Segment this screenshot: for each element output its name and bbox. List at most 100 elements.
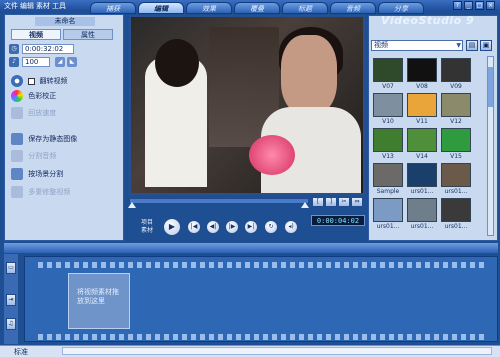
mark-in-button[interactable]: [	[312, 197, 324, 207]
close-button[interactable]: ×	[486, 1, 495, 10]
home-button[interactable]: |◀	[187, 220, 201, 234]
library-manager-icon[interactable]: ▣	[480, 40, 492, 51]
split-scene-option[interactable]: 按场景分割	[11, 168, 63, 180]
repeat-button[interactable]: ↻	[264, 220, 278, 234]
library-thumbnail[interactable]: V08	[407, 58, 437, 92]
tab-audio[interactable]: 音频	[330, 2, 376, 14]
library-thumbnail[interactable]: V13	[373, 128, 403, 162]
options-panel: 未命名 视频 属性 ◷ 0:00:32:02 ♪ 100 ◢ ◣ 翻转视频 色彩…	[4, 14, 124, 241]
library-thumbnail[interactable]: V15	[441, 128, 471, 162]
library-thumbnail[interactable]: urs01...	[441, 163, 471, 197]
thumbnail-label: Sample	[376, 188, 400, 195]
maximize-button[interactable]: □	[475, 1, 484, 10]
save-still-option[interactable]: 保存为静态图像	[11, 133, 77, 145]
folder-open-icon[interactable]: ▤	[466, 40, 478, 51]
timeline-hscrollbar[interactable]	[62, 347, 492, 355]
fade-in-icon[interactable]: ◢	[55, 57, 65, 67]
bride-face	[281, 35, 337, 115]
reverse-checkbox[interactable]	[28, 77, 36, 85]
thumbnail-label: V13	[382, 153, 394, 160]
timecode-display[interactable]: 0:00:04:02	[311, 215, 365, 226]
library-thumbnail[interactable]: urs01...	[441, 198, 471, 232]
thumbnail-label: V10	[382, 118, 394, 125]
multi-trim-option[interactable]: 多重修整视频	[11, 186, 70, 198]
duration-field[interactable]: 0:00:32:02	[22, 44, 74, 54]
thumbnail-image	[373, 93, 403, 117]
storyboard-view-button[interactable]: ▭	[6, 262, 16, 274]
color-correction-option[interactable]: 色彩校正	[11, 90, 56, 102]
thumbnail-label: urs01...	[444, 223, 468, 230]
tab-overlay[interactable]: 覆叠	[234, 2, 280, 14]
previous-frame-button[interactable]: ◀|	[206, 220, 220, 234]
end-button[interactable]: ▶|	[244, 220, 258, 234]
thumbnail-image	[407, 163, 437, 187]
tab-share[interactable]: 分享	[378, 2, 424, 14]
camera-icon	[11, 133, 23, 145]
clock-icon: ◷	[9, 44, 19, 54]
library-category-select[interactable]: 视频	[371, 40, 463, 51]
clip-name[interactable]: 未命名	[35, 17, 95, 26]
thumbnail-label: V11	[416, 118, 428, 125]
minimize-button[interactable]: _	[464, 1, 473, 10]
thumbnail-label: urs01...	[410, 223, 434, 230]
bouquet	[249, 135, 295, 175]
timeline-view-button[interactable]: ⇥	[6, 294, 16, 306]
tab-video[interactable]: 视频	[11, 29, 61, 40]
tab-edit[interactable]: 编辑	[138, 2, 184, 14]
library-thumbnail[interactable]: V07	[373, 58, 403, 92]
trim-end-marker[interactable]	[301, 202, 309, 208]
help-button[interactable]: ?	[453, 1, 462, 10]
menu-file[interactable]: 文件	[4, 1, 18, 11]
library-scroll-thumb[interactable]	[488, 67, 493, 107]
library-thumbnail[interactable]: Sample	[373, 163, 403, 197]
view-mode-label[interactable]: 标准	[14, 347, 28, 357]
tab-capture[interactable]: 捕获	[90, 2, 136, 14]
speaker-icon[interactable]: ♪	[9, 57, 19, 67]
clip-mode-label[interactable]: 素材	[141, 227, 153, 235]
tab-effect[interactable]: 效果	[186, 2, 232, 14]
scrubber-bar[interactable]	[129, 198, 309, 204]
library-thumbnail[interactable]: V12	[441, 93, 471, 127]
mute-icon[interactable]	[11, 75, 23, 87]
playback-speed-option[interactable]: 回放速度	[11, 107, 56, 119]
menu-edit[interactable]: 编辑	[20, 1, 34, 11]
enlarge-preview-button[interactable]: ⇔	[351, 197, 363, 207]
thumbnail-label: V08	[416, 83, 428, 90]
drop-zone[interactable]: 将视频素材拖放到这里	[68, 273, 130, 329]
film-trim-icon	[11, 186, 23, 198]
tab-attributes[interactable]: 属性	[63, 29, 113, 40]
groom-head	[155, 39, 199, 87]
thumbnail-label: V07	[382, 83, 394, 90]
thumbnail-label: V09	[450, 83, 462, 90]
thumbnail-label: V15	[450, 153, 462, 160]
split-audio-option[interactable]: 分割音频	[11, 150, 56, 162]
play-mode-labels[interactable]: 项目 素材	[141, 219, 153, 235]
thumbnail-label: urs01...	[410, 188, 434, 195]
fade-out-icon[interactable]: ◣	[67, 57, 77, 67]
library-thumbnail[interactable]: urs01...	[373, 198, 403, 232]
thumbnail-image	[407, 93, 437, 117]
reverse-option[interactable]: 翻转视频	[11, 75, 67, 87]
audio-view-button[interactable]: ♫	[6, 318, 16, 330]
next-frame-button[interactable]: |▶	[225, 220, 239, 234]
library-thumbnail[interactable]: urs01...	[407, 163, 437, 197]
mark-out-button[interactable]: ]	[325, 197, 337, 207]
project-mode-label[interactable]: 项目	[141, 219, 153, 227]
thumbnail-image	[441, 198, 471, 222]
library-thumbnail[interactable]: V11	[407, 93, 437, 127]
library-thumbnail[interactable]: V14	[407, 128, 437, 162]
library-thumbnail[interactable]: urs01...	[407, 198, 437, 232]
cut-clip-button[interactable]: ✂	[338, 197, 350, 207]
volume-field[interactable]: 100	[22, 57, 50, 67]
library-thumbnail[interactable]: V09	[441, 58, 471, 92]
tab-title[interactable]: 标题	[282, 2, 328, 14]
step-tabs: 捕获 编辑 效果 覆叠 标题 音频 分享	[60, 0, 450, 14]
thumbnail-image	[373, 163, 403, 187]
film-strip-top	[38, 262, 488, 268]
volume-button[interactable]: ◂)	[284, 220, 298, 234]
library-scrollbar[interactable]	[487, 56, 494, 236]
menu-clip[interactable]: 素材	[36, 1, 50, 11]
library-thumbnail[interactable]: V10	[373, 93, 403, 127]
trim-start-marker[interactable]	[128, 202, 136, 208]
play-button[interactable]: ▶	[163, 218, 181, 236]
